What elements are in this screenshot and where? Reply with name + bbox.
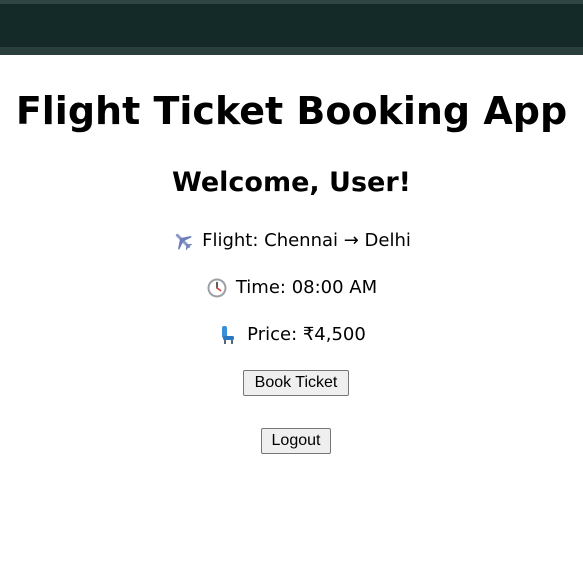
seat-icon <box>217 324 239 346</box>
navbar-bottom-edge <box>0 47 583 55</box>
time-info-row: Time: 08:00 AM <box>0 276 583 300</box>
navbar-top-edge <box>0 0 583 4</box>
airplane-icon <box>172 230 194 252</box>
logout-button[interactable]: Logout <box>261 428 331 454</box>
top-navbar <box>0 0 583 55</box>
flight-info-row: Flight: Chennai → Delhi <box>0 229 583 253</box>
departure-time-text: Time: 08:00 AM <box>235 277 378 298</box>
price-info-row: Price: ₹4,500 <box>0 323 583 347</box>
welcome-heading: Welcome, User! <box>172 167 411 198</box>
page-title: Flight Ticket Booking App <box>15 89 568 133</box>
clock-icon <box>206 277 228 299</box>
ticket-price-text: Price: ₹4,500 <box>247 324 366 345</box>
flight-route-text: Flight: Chennai → Delhi <box>202 230 411 251</box>
book-ticket-button[interactable]: Book Ticket <box>243 370 349 396</box>
